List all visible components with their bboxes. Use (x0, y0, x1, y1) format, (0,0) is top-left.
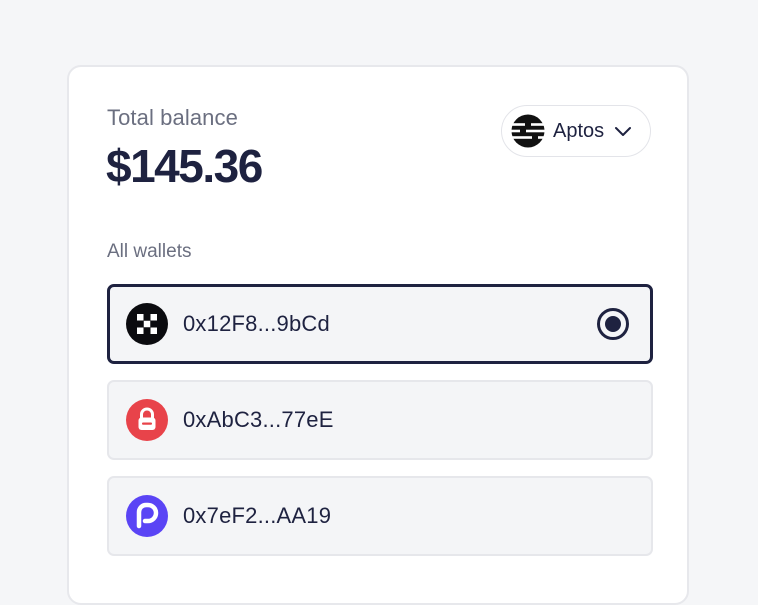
total-balance-value: $145.36 (106, 140, 263, 192)
all-wallets-label: All wallets (107, 241, 192, 262)
okx-wallet-icon (126, 303, 168, 345)
wallet-row[interactable]: 0x7eF2...AA19 (107, 476, 653, 556)
network-name: Aptos (553, 119, 605, 142)
red-lock-wallet-icon (126, 399, 168, 441)
wallet-row[interactable]: 0xAbC3...77eE (107, 380, 653, 460)
chevron-down-icon (615, 127, 632, 136)
wallet-address: 0x7eF2...AA19 (183, 503, 332, 528)
wallet-address: 0xAbC3...77eE (183, 407, 334, 432)
aptos-logo-icon (511, 114, 545, 148)
wallet-row-selected[interactable]: 0x12F8...9bCd (107, 284, 653, 364)
total-balance-label: Total balance (107, 105, 238, 130)
radio-selected-icon[interactable] (596, 307, 630, 341)
wallet-address: 0x12F8...9bCd (183, 311, 330, 336)
wallet-card: Total balance $145.36 Aptos All wallets … (67, 65, 689, 605)
network-selector[interactable]: Aptos (501, 105, 651, 157)
purple-r-wallet-icon (126, 495, 168, 537)
